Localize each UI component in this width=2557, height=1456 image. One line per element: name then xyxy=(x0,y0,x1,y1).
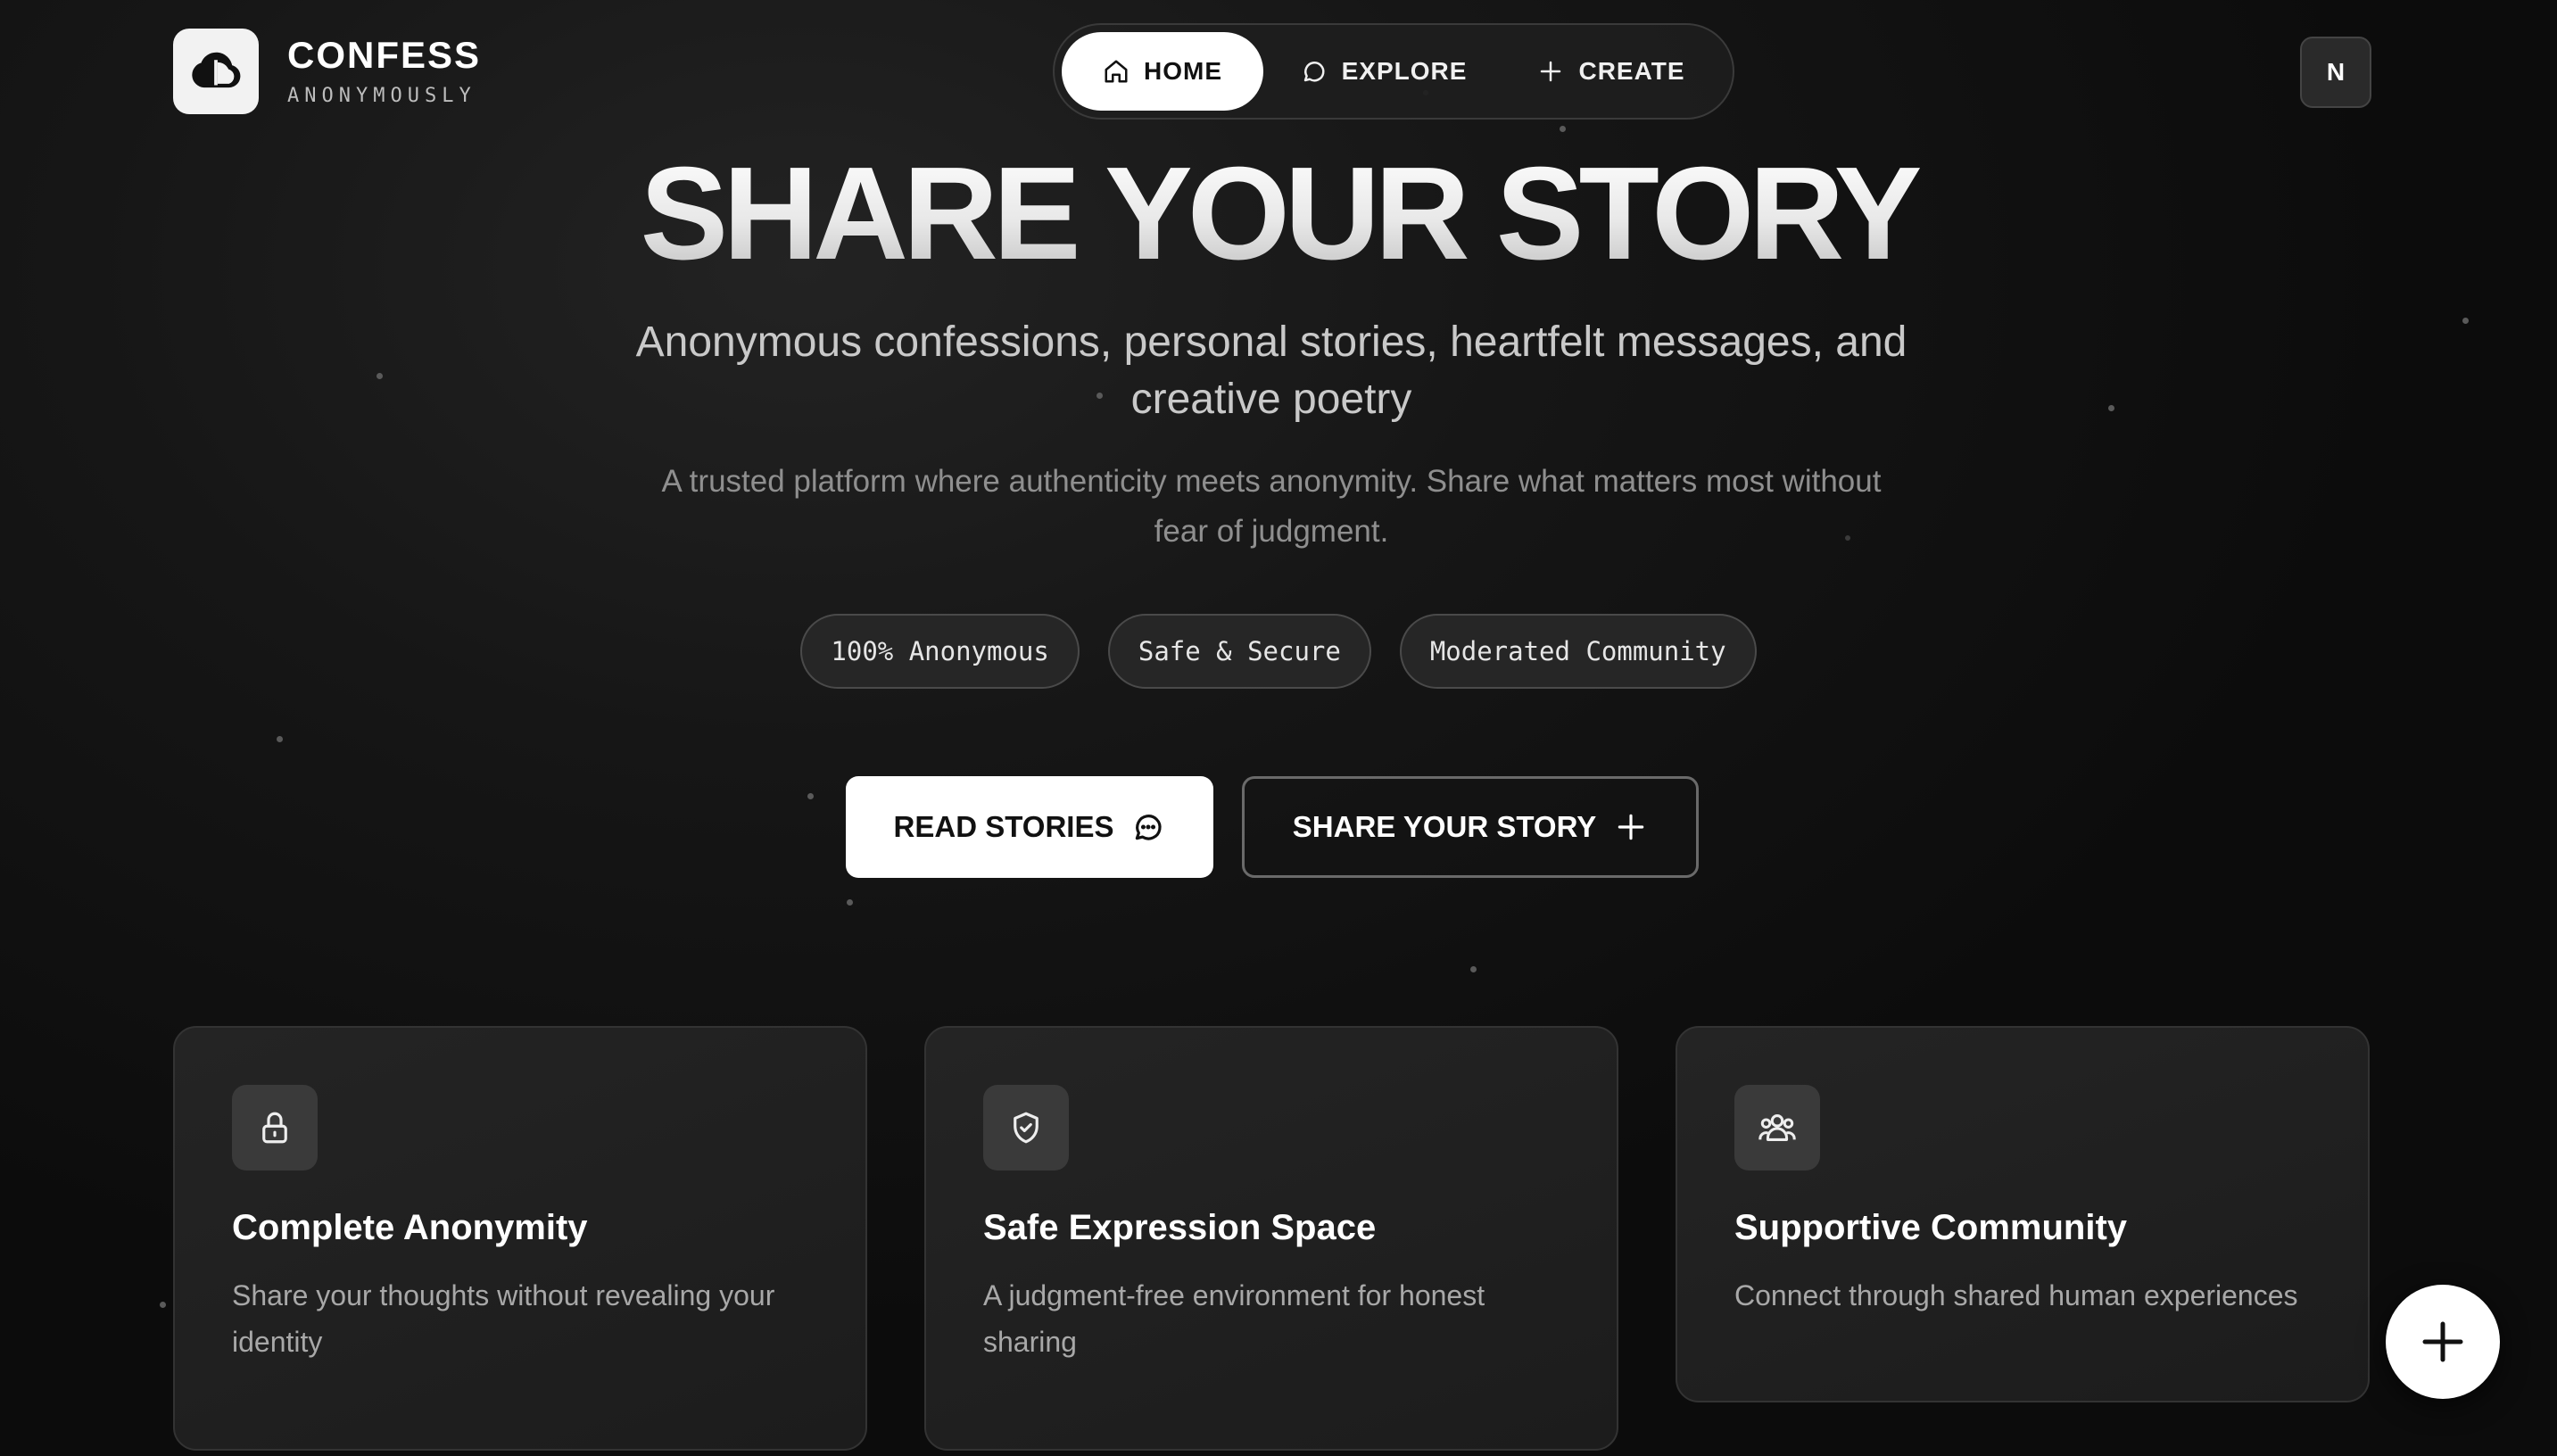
star-dot xyxy=(1560,126,1566,132)
badge-anonymous: 100% Anonymous xyxy=(800,614,1080,689)
feature-text: Connect through shared human experiences xyxy=(1734,1279,2298,1311)
star-dot xyxy=(2108,405,2114,411)
brand-title: CONFESS xyxy=(287,33,482,76)
chat-icon xyxy=(1136,815,1163,840)
badge-moderated: Moderated Community xyxy=(1399,614,1757,689)
read-stories-button[interactable]: READ STORIES xyxy=(846,776,1213,878)
chat-icon xyxy=(1303,62,1325,82)
main-nav: HOME EXPLORE CREATE xyxy=(1053,23,1734,120)
feature-title: Supportive Community xyxy=(1734,1208,2128,1247)
hero-subtitle: Anonymous confessions, personal stories,… xyxy=(635,318,1907,423)
brand-logo[interactable]: CONFESS ANONYMOUSLY xyxy=(173,29,481,114)
hero-actions: READ STORIES SHARE YOUR STORY xyxy=(846,776,1699,878)
nav-home-label: HOME xyxy=(1144,57,1222,85)
badge-safe-secure: Safe & Secure xyxy=(1107,614,1371,689)
nav-explore[interactable]: EXPLORE xyxy=(1263,32,1504,111)
plus-icon xyxy=(1618,814,1644,840)
user-avatar-button[interactable]: N xyxy=(2300,37,2371,108)
plus-icon xyxy=(2422,1321,2463,1362)
feature-card-anonymity: Complete Anonymity Share your thoughts w… xyxy=(173,1026,867,1451)
feature-text: Share your thoughts without revealing yo… xyxy=(232,1279,775,1358)
users-icon xyxy=(1734,1085,1820,1171)
star-dot xyxy=(847,899,853,906)
star-dot xyxy=(377,373,383,379)
floating-create-button[interactable] xyxy=(2386,1285,2500,1399)
read-stories-label: READ STORIES xyxy=(893,810,1114,843)
star-dot xyxy=(2462,318,2469,324)
feature-title: Safe Expression Space xyxy=(983,1208,1377,1247)
nav-create-label: CREATE xyxy=(1578,57,1685,85)
nav-create[interactable]: CREATE xyxy=(1504,32,1718,111)
brand-subtitle: ANONYMOUSLY xyxy=(287,84,476,107)
star-dot xyxy=(1470,966,1477,972)
cloud-icon xyxy=(173,29,259,114)
star-dot xyxy=(277,736,283,742)
nav-home[interactable]: HOME xyxy=(1062,32,1263,111)
plus-icon xyxy=(1541,61,1561,82)
feature-text: A judgment-free environment for honest s… xyxy=(983,1279,1485,1358)
shield-check-icon xyxy=(983,1085,1069,1171)
star-dot xyxy=(160,1302,166,1308)
share-story-button[interactable]: SHARE YOUR STORY xyxy=(1242,776,1699,878)
home-icon xyxy=(1105,60,1128,83)
share-story-label: SHARE YOUR STORY xyxy=(1292,810,1597,843)
lock-icon xyxy=(232,1085,318,1171)
feature-card-community: Supportive Community Connect through sha… xyxy=(1676,1026,2370,1402)
hero-title: SHARE YOUR STORY xyxy=(0,143,2557,285)
feature-card-safe-space: Safe Expression Space A judgment-free en… xyxy=(924,1026,1618,1451)
hero-description: A trusted platform where authenticity me… xyxy=(661,464,1882,549)
nav-explore-label: EXPLORE xyxy=(1341,57,1468,85)
feature-badges: 100% Anonymous Safe & Secure Moderated C… xyxy=(0,614,2557,689)
feature-title: Complete Anonymity xyxy=(232,1208,588,1247)
star-dot xyxy=(807,793,814,799)
